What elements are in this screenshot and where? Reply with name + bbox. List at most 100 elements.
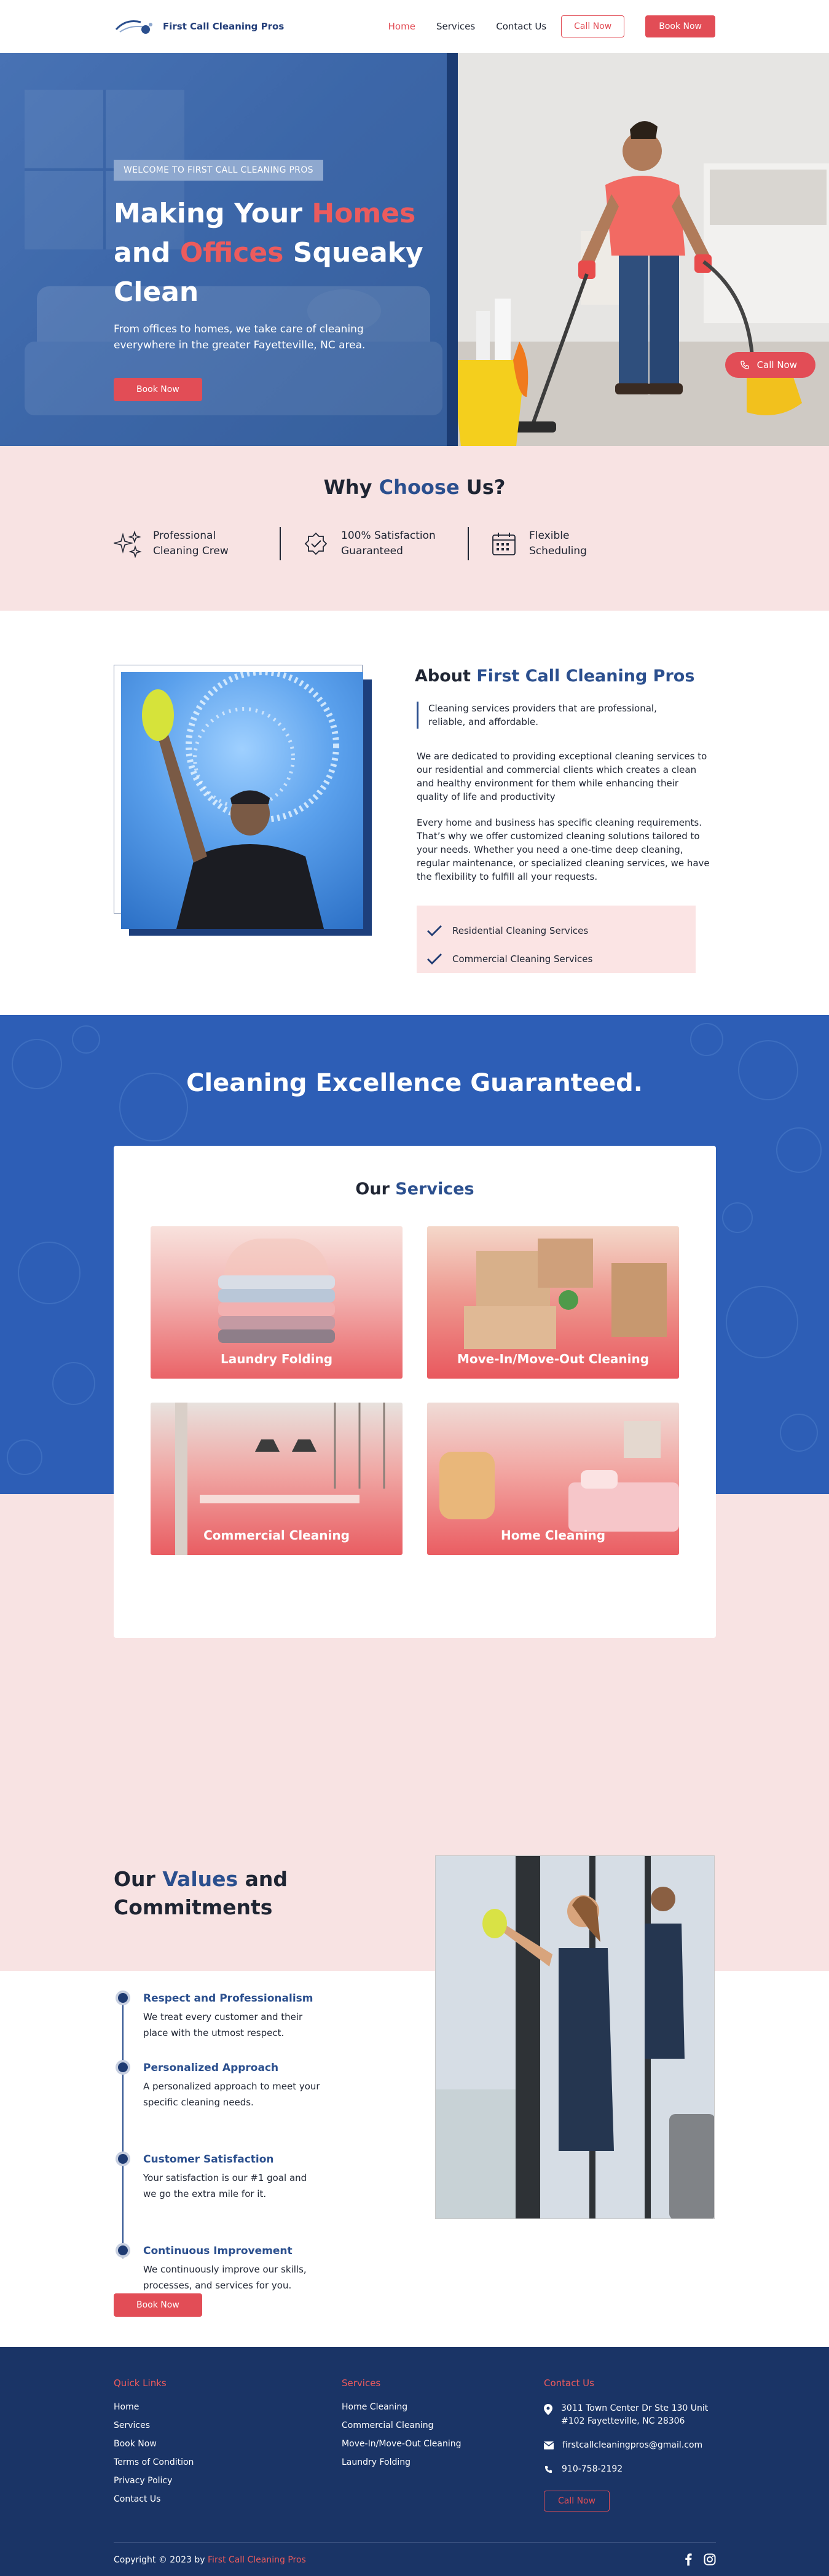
- hero-call-button[interactable]: Call Now: [725, 352, 815, 378]
- check-item: Residential Cleaning Services: [426, 917, 687, 945]
- footer-link-contact[interactable]: Contact Us: [114, 2494, 194, 2504]
- footer-services: Services Home Cleaning Commercial Cleani…: [342, 2378, 462, 2476]
- header-book-button[interactable]: Book Now: [645, 15, 715, 37]
- about-checklist: Residential Cleaning Services Commercial…: [417, 906, 696, 973]
- footer-call-button[interactable]: Call Now: [544, 2491, 610, 2511]
- services-title: Our Services: [355, 1180, 474, 1199]
- hero-badge: WELCOME TO FIRST CALL CLEANING PROS: [114, 160, 323, 181]
- footer-link-terms[interactable]: Terms of Condition: [114, 2457, 194, 2467]
- footer-divider: [114, 2542, 716, 2543]
- service-label: Move-In/Move-Out Cleaning: [457, 1352, 650, 1366]
- why-list: Professional Cleaning Crew 100% Satisfac…: [114, 527, 680, 560]
- check-label: Residential Cleaning Services: [452, 925, 589, 936]
- service-card-commercial[interactable]: Commercial Cleaning: [151, 1403, 403, 1555]
- value-desc: We treat every customer and their place …: [143, 2011, 303, 2038]
- timeline-dot: [116, 2151, 130, 2166]
- excellence-title: Cleaning Excellence Guaranteed.: [186, 1069, 643, 1097]
- sparkles-icon: [114, 530, 142, 558]
- logo-icon: [115, 20, 152, 34]
- checkmark-icon: [427, 925, 442, 936]
- team-illustration: [436, 1856, 714, 2218]
- logo[interactable]: First Call Cleaning Pros: [114, 16, 284, 37]
- footer-service-laundry[interactable]: Laundry Folding: [342, 2457, 462, 2467]
- check-label: Commercial Cleaning Services: [452, 953, 593, 965]
- why-title: Why Choose Us?: [323, 476, 506, 499]
- why-item: Flexible Scheduling: [490, 528, 680, 559]
- location-pin-icon: [544, 2404, 552, 2415]
- nav-home[interactable]: Home: [388, 21, 415, 32]
- footer-heading: Quick Links: [114, 2378, 167, 2389]
- checkmark-icon: [427, 953, 442, 965]
- site-header: First Call Cleaning Pros Home Services C…: [0, 0, 829, 53]
- about-paragraph: Every home and business has specific cle…: [417, 817, 710, 882]
- footer-link-services[interactable]: Services: [114, 2421, 194, 2430]
- facebook-icon[interactable]: [683, 2553, 694, 2566]
- hero-title: Making Your Homes and Offices Squeaky Cl…: [114, 198, 423, 308]
- hero-call-label: Call Now: [756, 359, 797, 370]
- site-footer: Quick Links Home Services Book Now Terms…: [0, 2347, 829, 2576]
- footer-heading: Contact Us: [544, 2378, 594, 2389]
- value-title: Respect and Professionalism: [143, 1992, 313, 2005]
- footer-link-home[interactable]: Home: [114, 2402, 194, 2412]
- contact-phone[interactable]: 910-758-2192: [544, 2463, 708, 2476]
- about-paragraph: We are dedicated to providing exceptiona…: [417, 751, 707, 802]
- value-title: Personalized Approach: [143, 2062, 279, 2074]
- main-nav: Home Services Contact Us Call Now Book N…: [388, 15, 715, 37]
- why-item: Professional Cleaning Crew: [114, 528, 304, 559]
- badge-check-icon: [304, 532, 328, 555]
- value-desc: A personalized approach to meet your spe…: [143, 2081, 320, 2108]
- value-desc: We continuously improve our skills, proc…: [143, 2264, 307, 2291]
- cleaner-illustration: [458, 53, 829, 446]
- cleaner-vacuum-image: Call Now: [458, 53, 829, 446]
- about-quote: Cleaning services providers that are pro…: [417, 702, 662, 729]
- nav-contact[interactable]: Contact Us: [496, 21, 546, 32]
- contact-address: 3011 Town Center Dr Ste 130 Unit #102 Fa…: [544, 2402, 708, 2428]
- phone-icon: [544, 2465, 552, 2473]
- values-title: Our Values and Commitments: [114, 1867, 288, 1919]
- why-item: 100% Satisfaction Guaranteed: [302, 528, 492, 559]
- hero-book-button[interactable]: Book Now: [114, 378, 202, 401]
- envelope-icon: [544, 2441, 554, 2449]
- header-call-button[interactable]: Call Now: [561, 15, 625, 37]
- footer-contact: Contact Us 3011 Town Center Dr Ste 130 U…: [544, 2378, 708, 2511]
- service-label: Home Cleaning: [500, 1528, 606, 1543]
- footer-service-commercial[interactable]: Commercial Cleaning: [342, 2421, 462, 2430]
- service-card-laundry[interactable]: Laundry Folding: [151, 1226, 403, 1379]
- services-card: Our Services Laundry Folding Move-In/Mov…: [114, 1146, 716, 1638]
- brand-name: First Call Cleaning Pros: [163, 21, 285, 32]
- hero-subtitle: From offices to homes, we take care of c…: [114, 323, 366, 351]
- check-item: Commercial Cleaning Services: [426, 945, 687, 973]
- hero-section: WELCOME TO FIRST CALL CLEANING PROS Maki…: [0, 53, 829, 446]
- timeline-dot: [116, 1991, 130, 2005]
- copyright: Copyright © 2023 by First Call Cleaning …: [114, 2555, 306, 2565]
- value-desc: Your satisfaction is our #1 goal and we …: [143, 2172, 307, 2199]
- service-card-move[interactable]: Move-In/Move-Out Cleaning: [427, 1226, 679, 1379]
- why-label: Flexible Scheduling: [529, 530, 587, 557]
- address-line: 3011 Town Center Dr Ste 130 Unit: [561, 2403, 709, 2413]
- hero-divider: [447, 53, 458, 446]
- divider: [280, 527, 281, 560]
- footer-link-book[interactable]: Book Now: [114, 2439, 194, 2449]
- service-card-home[interactable]: Home Cleaning: [427, 1403, 679, 1555]
- footer-service-home[interactable]: Home Cleaning: [342, 2402, 462, 2412]
- nav-services[interactable]: Services: [436, 21, 475, 32]
- service-label: Laundry Folding: [220, 1352, 333, 1366]
- about-title: About First Call Cleaning Pros: [415, 667, 695, 686]
- about-section: About First Call Cleaning Pros Cleaning …: [0, 611, 829, 1015]
- footer-link-privacy[interactable]: Privacy Policy: [114, 2476, 194, 2486]
- value-title: Continuous Improvement: [143, 2245, 293, 2257]
- timeline-line: [122, 1994, 124, 2258]
- why-label: 100% Satisfaction Guaranteed: [341, 530, 436, 557]
- values-book-button[interactable]: Book Now: [114, 2293, 202, 2317]
- social-links: [683, 2553, 716, 2566]
- footer-service-move[interactable]: Move-In/Move-Out Cleaning: [342, 2439, 462, 2449]
- hero-background: WELCOME TO FIRST CALL CLEANING PROS Maki…: [0, 53, 447, 446]
- service-label: Commercial Cleaning: [203, 1528, 350, 1543]
- timeline-dot: [116, 2243, 130, 2258]
- instagram-icon[interactable]: [704, 2553, 716, 2566]
- window-cleaning-image: [121, 672, 363, 929]
- team-cleaning-image: [435, 1855, 715, 2219]
- window-cleaner-illustration: [142, 672, 339, 929]
- contact-email[interactable]: firstcallcleaningpros@gmail.com: [544, 2439, 708, 2452]
- phone-icon: [740, 361, 749, 369]
